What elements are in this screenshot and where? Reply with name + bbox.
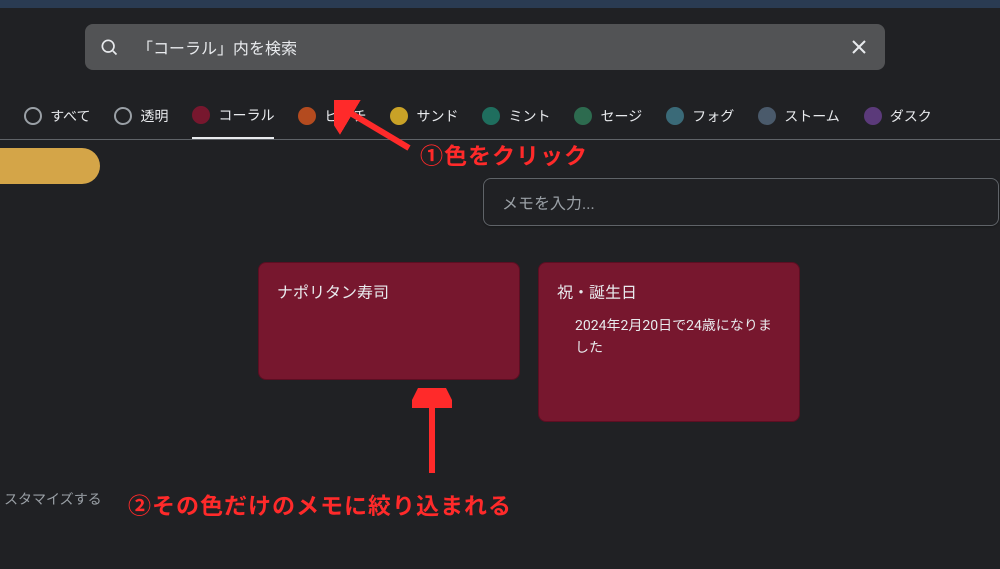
filter-ピーチ[interactable]: ピーチ [298, 98, 366, 139]
filter-label: 透明 [140, 106, 168, 126]
filter-ダスク[interactable]: ダスク [864, 98, 932, 139]
filter-label: ピーチ [324, 106, 366, 126]
note-title: ナポリタン寿司 [277, 279, 501, 303]
color-swatch-icon [666, 107, 684, 125]
search-bar[interactable]: 「コーラル」内を検索 [85, 24, 885, 70]
filter-label: コーラル [218, 105, 274, 125]
filter-label: フォグ [692, 106, 734, 126]
note-card[interactable]: 祝・誕生日 2024年2月20日で24歳になりました [538, 262, 800, 422]
annotation-1: ①色をクリック [420, 137, 588, 171]
filter-コーラル[interactable]: コーラル [192, 98, 274, 139]
filter-セージ[interactable]: セージ [574, 98, 642, 139]
filter-label: セージ [600, 106, 642, 126]
filter-すべて[interactable]: すべて [24, 98, 90, 139]
color-swatch-icon [482, 107, 500, 125]
color-swatch-icon [390, 107, 408, 125]
annotation-2: ②その色だけのメモに絞り込まれる [128, 487, 512, 521]
filter-label: すべて [50, 106, 90, 126]
filter-label: サンド [416, 106, 458, 126]
search-placeholder: 「コーラル」内を検索 [137, 35, 847, 59]
customize-link[interactable]: スタマイズする [0, 489, 102, 509]
note-title: 祝・誕生日 [557, 279, 781, 303]
filter-label: ストーム [784, 106, 840, 126]
filter-label: ダスク [890, 106, 932, 126]
filter-透明[interactable]: 透明 [114, 98, 168, 139]
color-filter-bar: すべて 透明 コーラル ピーチ サンド ミント セージ フォグ ストーム ダスク [0, 98, 1000, 140]
color-swatch-icon [298, 107, 316, 125]
note-body: 2024年2月20日で24歳になりました [557, 315, 781, 360]
note-input-placeholder: メモを入力... [502, 190, 595, 214]
sidebar-active-pill [0, 148, 100, 184]
color-swatch-icon [114, 107, 132, 125]
filter-サンド[interactable]: サンド [390, 98, 458, 139]
filter-label: ミント [508, 106, 550, 126]
color-swatch-icon [758, 107, 776, 125]
filter-フォグ[interactable]: フォグ [666, 98, 734, 139]
window-titlebar [0, 0, 1000, 8]
filter-ストーム[interactable]: ストーム [758, 98, 840, 139]
color-swatch-icon [864, 107, 882, 125]
color-swatch-icon [192, 106, 210, 124]
color-swatch-icon [574, 107, 592, 125]
filter-ミント[interactable]: ミント [482, 98, 550, 139]
note-card[interactable]: ナポリタン寿司 [258, 262, 520, 380]
close-icon[interactable] [847, 35, 871, 59]
notes-grid: ナポリタン寿司 祝・誕生日 2024年2月20日で24歳になりました [258, 262, 800, 422]
color-swatch-icon [24, 107, 42, 125]
search-icon [99, 37, 119, 57]
note-input[interactable]: メモを入力... [483, 178, 999, 226]
